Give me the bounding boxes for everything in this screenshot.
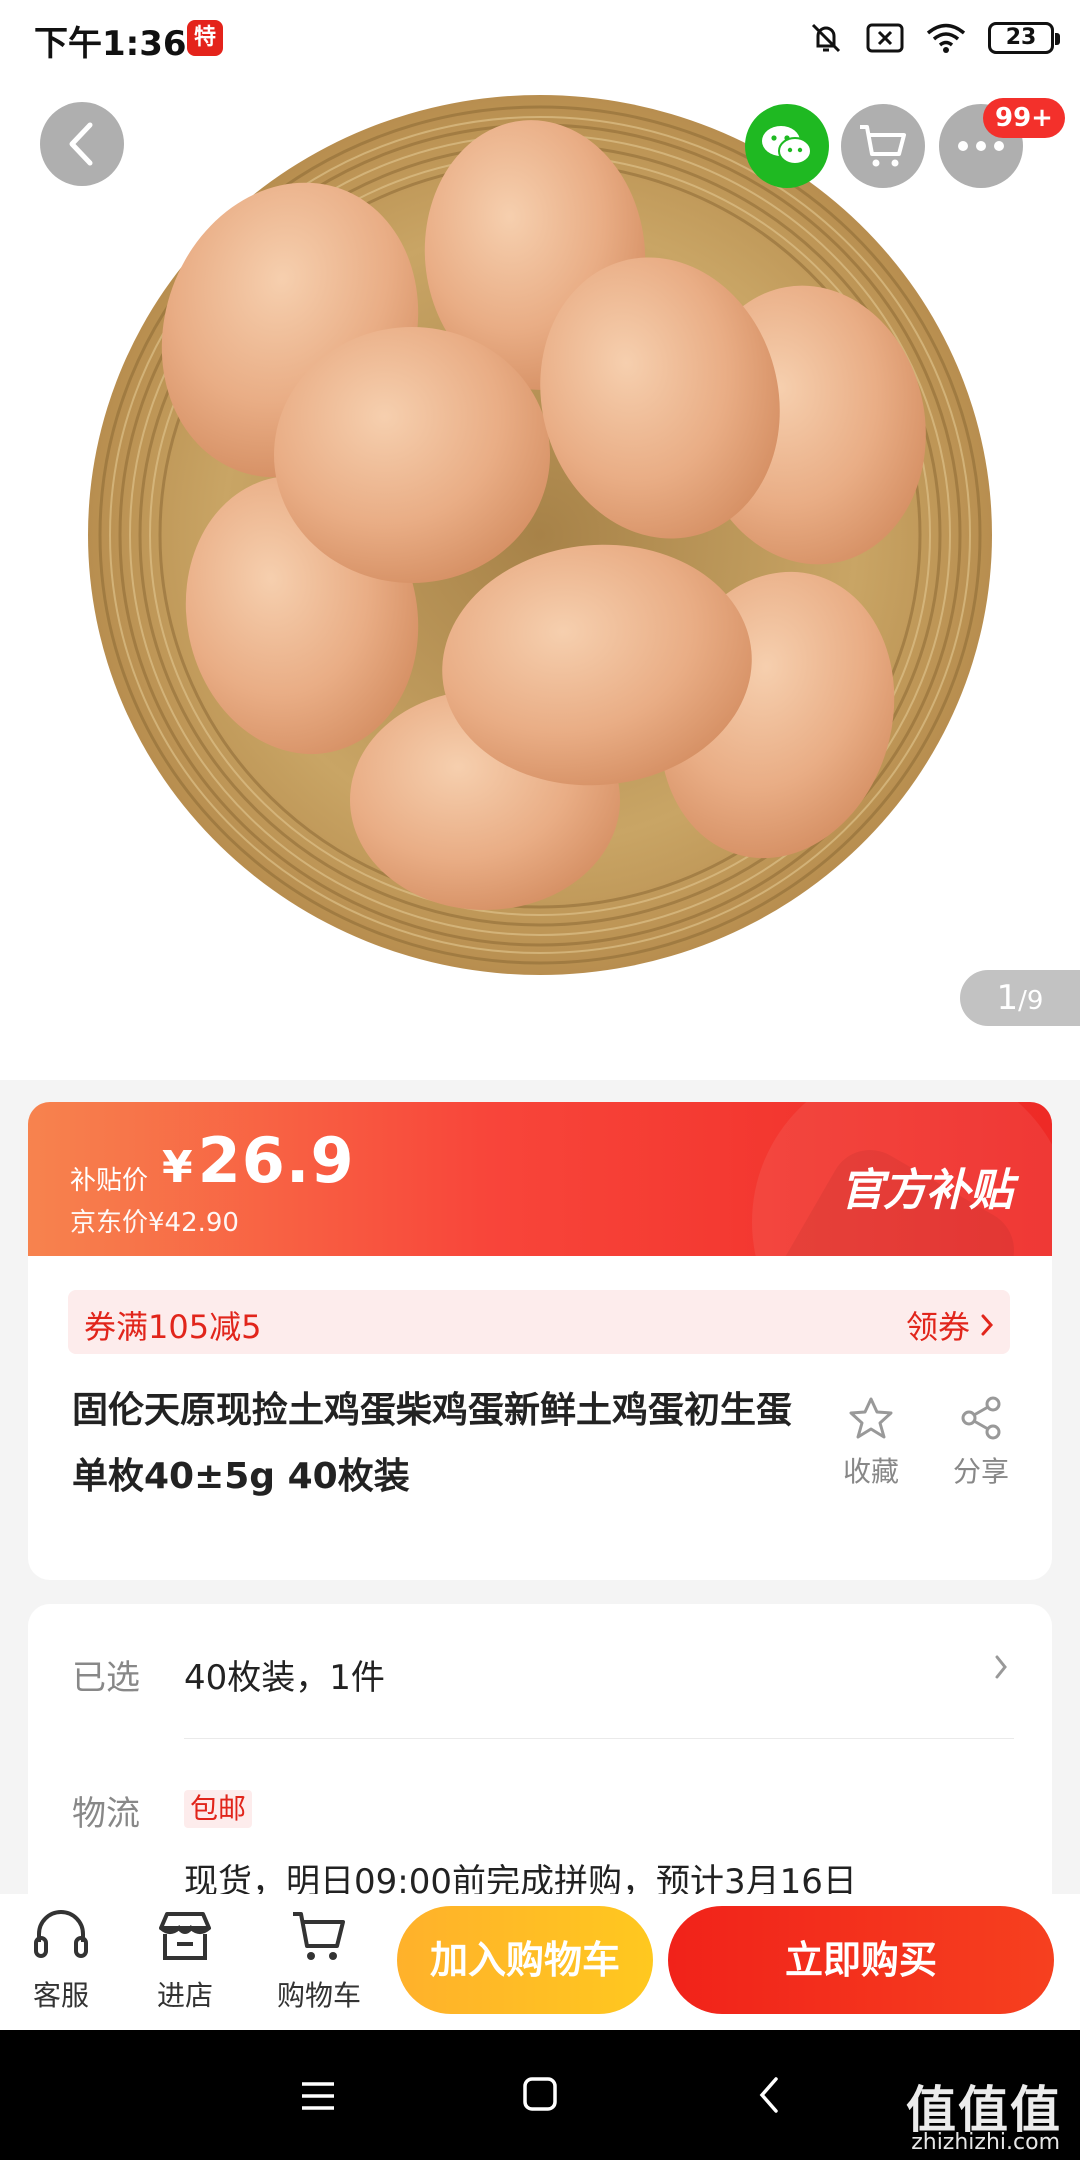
customer-service-label: 客服 bbox=[32, 1979, 89, 2012]
jd-original-price: 京东价¥42.90 bbox=[70, 1208, 239, 1238]
chevron-left-icon bbox=[69, 122, 93, 166]
enter-store-button[interactable]: 进店 bbox=[130, 1908, 240, 2014]
sim-off-icon bbox=[866, 23, 904, 53]
buy-now-button[interactable]: 立即购买 bbox=[668, 1906, 1054, 2014]
page-current: 1 bbox=[996, 978, 1019, 1018]
subsidy-price-label: 补贴价 bbox=[70, 1166, 149, 1196]
bottom-action-bar: 客服 进店 购物车 加入购物车 立即购买 bbox=[0, 1894, 1080, 2030]
home-icon[interactable] bbox=[522, 2076, 558, 2112]
headset-icon bbox=[34, 1910, 88, 1958]
free-shipping-tag: 包邮 bbox=[184, 1790, 253, 1828]
share-label: 分享 bbox=[952, 1455, 1009, 1488]
cart-icon bbox=[860, 125, 906, 167]
selected-value: 40枚装，1件 bbox=[184, 1658, 385, 1698]
message-count-badge: 99+ bbox=[983, 98, 1065, 138]
customer-service-button[interactable]: 客服 bbox=[6, 1908, 116, 2014]
price-amount: 26.9 bbox=[197, 1124, 355, 1197]
cart-button[interactable]: 购物车 bbox=[264, 1908, 374, 2014]
menu-icon[interactable] bbox=[300, 2080, 336, 2112]
status-time: 下午1:36 bbox=[34, 24, 187, 64]
currency-symbol: ¥ bbox=[162, 1142, 194, 1193]
cart-shortcut-button[interactable] bbox=[841, 104, 925, 188]
favorite-label: 收藏 bbox=[842, 1455, 899, 1488]
page-total: /9 bbox=[1018, 986, 1044, 1016]
more-dots-icon bbox=[958, 141, 1004, 151]
app-notification-icon: 特 bbox=[187, 20, 223, 56]
image-page-indicator: 1/9 bbox=[960, 970, 1080, 1026]
wifi-icon bbox=[926, 23, 966, 53]
mute-bell-icon bbox=[811, 23, 841, 53]
favorite-button[interactable]: 收藏 bbox=[821, 1396, 921, 1490]
product-info-card: 券满105减5 领券 固伦天原现捡土鸡蛋柴鸡蛋新鲜土鸡蛋初生蛋单枚40±5g 4… bbox=[28, 1256, 1052, 1580]
wechat-share-button[interactable] bbox=[745, 104, 829, 188]
back-nav-icon[interactable] bbox=[757, 2076, 781, 2114]
star-icon bbox=[849, 1397, 893, 1439]
spec-card: 已选 40枚装，1件 物流 包邮 现货，明日09:00前完成拼购，预计3月16日 bbox=[28, 1604, 1052, 1904]
coupon-text: 券满105减5 bbox=[84, 1308, 262, 1346]
enter-store-label: 进店 bbox=[156, 1979, 213, 2012]
chevron-right-icon bbox=[981, 1314, 994, 1336]
store-icon bbox=[159, 1912, 211, 1960]
product-title: 固伦天原现捡土鸡蛋柴鸡蛋新鲜土鸡蛋初生蛋单枚40±5g 40枚装 bbox=[72, 1390, 793, 1497]
watermark-url: zhizhizhi.com bbox=[911, 2130, 1060, 2155]
battery-indicator: 23 bbox=[988, 22, 1060, 54]
subsidy-price: ¥26.9 bbox=[162, 1124, 355, 1197]
chevron-right-icon bbox=[995, 1655, 1007, 1679]
cart-icon bbox=[293, 1912, 345, 1960]
share-button[interactable]: 分享 bbox=[931, 1396, 1031, 1490]
status-bar: 下午1:36 特 23 bbox=[0, 0, 1080, 76]
selected-label: 已选 bbox=[72, 1658, 140, 1698]
divider bbox=[184, 1738, 1014, 1739]
back-button[interactable] bbox=[40, 102, 124, 186]
get-coupon-link[interactable]: 领券 bbox=[906, 1302, 994, 1348]
official-subsidy-tag: 官方补贴 bbox=[840, 1165, 1013, 1216]
wechat-icon bbox=[762, 126, 812, 165]
cart-label: 购物车 bbox=[276, 1979, 361, 2012]
logistics-label: 物流 bbox=[72, 1794, 140, 1834]
add-to-cart-button[interactable]: 加入购物车 bbox=[397, 1906, 653, 2014]
coupon-row[interactable]: 券满105减5 领券 bbox=[68, 1290, 1010, 1354]
share-icon bbox=[961, 1396, 1001, 1440]
get-coupon-label: 领券 bbox=[905, 1308, 970, 1346]
price-banner: 补贴价 ¥26.9 京东价¥42.90 官方补贴 bbox=[28, 1102, 1052, 1256]
